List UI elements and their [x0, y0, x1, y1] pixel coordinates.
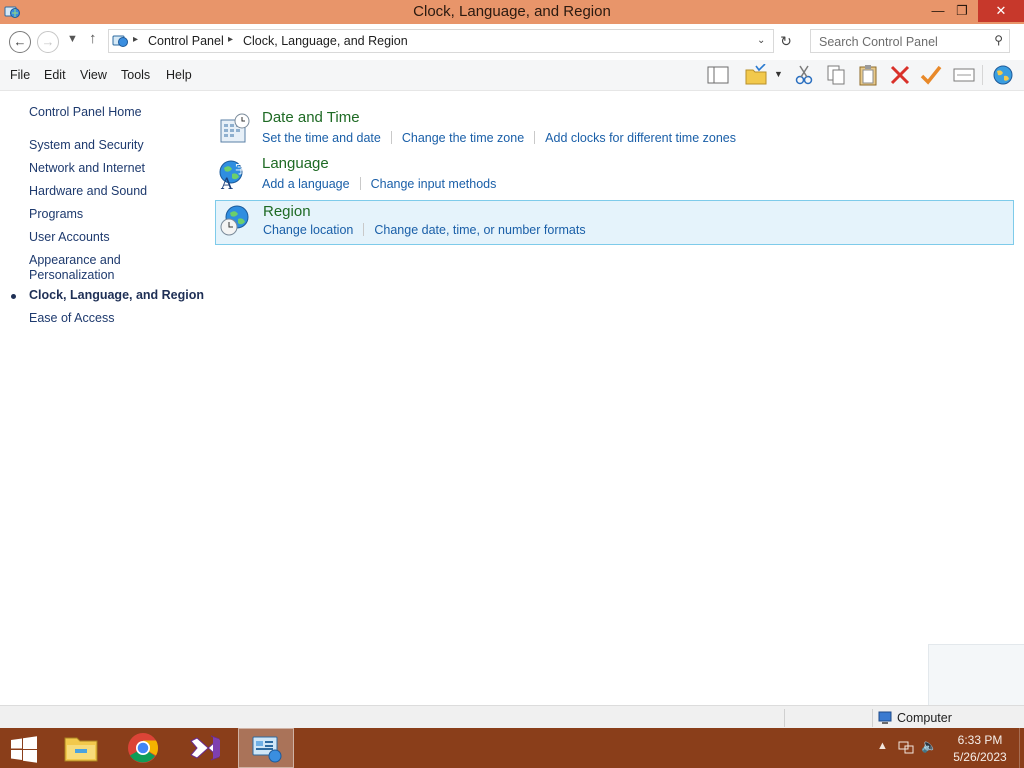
start-windows-icon[interactable]	[0, 728, 56, 768]
back-button[interactable]: ←	[9, 31, 31, 53]
folder-options-icon[interactable]	[744, 64, 768, 86]
link-add-a-language[interactable]: Add a language	[262, 177, 350, 191]
menu-help[interactable]: Help	[166, 68, 192, 82]
link-change-formats[interactable]: Change date, time, or number formats	[374, 223, 585, 237]
category-date-and-time: Date and Time Set the time and date Chang…	[215, 109, 1014, 155]
sidebar-item-clock-language-region: Clock, Language, and Region	[29, 288, 205, 302]
search-box[interactable]: ⚲	[810, 29, 1010, 53]
link-divider	[363, 223, 365, 236]
calendar-clock-icon	[220, 113, 250, 143]
breadcrumb-separator-icon[interactable]: ▸	[228, 34, 233, 45]
properties-icon[interactable]	[952, 64, 976, 86]
globe-icon[interactable]	[991, 64, 1015, 86]
link-divider	[390, 131, 392, 144]
chrome-icon[interactable]	[115, 728, 171, 768]
taskbar: ▲ 🔈 6:33 PM 5/26/2023	[0, 728, 1024, 768]
address-bar[interactable]: ▸ Control Panel ▸ Clock, Language, and R…	[108, 29, 774, 53]
link-change-time-zone[interactable]: Change the time zone	[402, 131, 524, 145]
menu-tools[interactable]: Tools	[121, 68, 150, 82]
category-title-language[interactable]: Language	[262, 155, 329, 172]
link-divider	[534, 131, 536, 144]
link-change-location[interactable]: Change location	[263, 223, 353, 237]
region-globe-clock-icon	[220, 205, 249, 236]
address-dropdown-chevron-icon[interactable]: ⌄	[757, 35, 765, 46]
control-panel-icon	[112, 35, 128, 47]
sidebar-item-appearance-line2[interactable]: Personalization	[29, 268, 114, 283]
sidebar-item-network-and-internet[interactable]: Network and Internet	[29, 161, 145, 176]
menu-edit[interactable]: Edit	[44, 68, 66, 82]
category-title-region[interactable]: Region	[263, 203, 311, 220]
status-bar: Computer	[0, 705, 1024, 730]
system-clock[interactable]: 6:33 PM 5/26/2023	[940, 732, 1020, 766]
paste-icon[interactable]	[856, 64, 880, 86]
sidebar-item-hardware-and-sound[interactable]: Hardware and Sound	[29, 184, 147, 199]
control-panel-icon	[252, 736, 282, 763]
clock-time: 6:33 PM	[957, 733, 1003, 747]
menu-view[interactable]: View	[80, 68, 107, 82]
show-hidden-icons-icon[interactable]: ▲	[877, 740, 888, 752]
up-arrow-icon[interactable]: ↑	[89, 30, 97, 47]
link-change-input-methods[interactable]: Change input methods	[371, 177, 497, 191]
network-icon[interactable]	[898, 741, 914, 755]
cut-icon[interactable]	[792, 64, 816, 86]
sidebar-item-system-and-security[interactable]: System and Security	[29, 138, 144, 153]
layout-pane-icon[interactable]	[706, 64, 730, 86]
menu-file[interactable]: File	[10, 68, 30, 82]
category-region[interactable]: Region Change location Change date, time,…	[215, 200, 1014, 245]
link-divider	[359, 177, 361, 190]
category-title-date-and-time[interactable]: Date and Time	[262, 109, 360, 126]
volume-icon[interactable]: 🔈	[921, 738, 937, 754]
link-set-time-and-date[interactable]: Set the time and date	[262, 131, 381, 145]
status-divider	[784, 709, 785, 727]
sidebar-item-appearance-line1[interactable]: Appearance and	[29, 253, 121, 268]
current-item-bullet	[11, 294, 16, 299]
clock-date: 5/26/2023	[953, 750, 1007, 764]
breadcrumb-current[interactable]: Clock, Language, and Region	[243, 34, 408, 48]
title-bar: Clock, Language, and Region — ❐ ✕	[0, 0, 1024, 24]
file-explorer-icon[interactable]	[53, 728, 109, 768]
language-icon: A 字	[219, 160, 247, 190]
sidebar-control-panel-home[interactable]: Control Panel Home	[29, 105, 142, 120]
control-panel-taskbar-button[interactable]	[238, 728, 294, 768]
svg-text:字: 字	[235, 161, 247, 176]
breadcrumb-control-panel[interactable]: Control Panel	[148, 34, 224, 48]
checkmark-icon[interactable]	[919, 64, 943, 86]
search-input[interactable]	[817, 33, 989, 51]
forward-button[interactable]: →	[37, 31, 59, 53]
status-divider	[872, 709, 873, 727]
sidebar-item-user-accounts[interactable]: User Accounts	[29, 230, 110, 245]
delete-icon[interactable]	[888, 64, 912, 86]
window-title: Clock, Language, and Region	[413, 3, 611, 20]
search-icon[interactable]: ⚲	[994, 33, 1003, 47]
toolbar-divider	[982, 65, 983, 85]
copy-icon[interactable]	[824, 64, 848, 86]
status-zone-label: Computer	[897, 711, 952, 725]
refresh-icon[interactable]: ↻	[776, 29, 796, 53]
sidebar-item-ease-of-access[interactable]: Ease of Access	[29, 311, 114, 326]
svg-text:A: A	[220, 174, 233, 190]
restore-button[interactable]: ❐	[947, 0, 977, 22]
close-button[interactable]: ✕	[978, 0, 1024, 22]
show-desktop-button[interactable]	[1019, 728, 1024, 768]
category-language: A 字 Language Add a language Change input …	[215, 155, 1014, 201]
navigation-bar: ← → ▼ ↑ ▸ Control Panel ▸ Clock, Languag…	[0, 24, 1024, 60]
breadcrumb-separator-icon[interactable]: ▸	[133, 34, 138, 45]
computer-icon	[878, 711, 892, 724]
recent-locations-chevron-icon[interactable]: ▼	[67, 33, 78, 45]
sidebar-item-programs[interactable]: Programs	[29, 207, 83, 222]
link-add-clocks[interactable]: Add clocks for different time zones	[545, 131, 736, 145]
visual-studio-icon[interactable]	[177, 728, 233, 768]
menu-bar: File Edit View Tools Help ▼	[0, 60, 1024, 91]
notification-area-panel	[928, 644, 1024, 706]
